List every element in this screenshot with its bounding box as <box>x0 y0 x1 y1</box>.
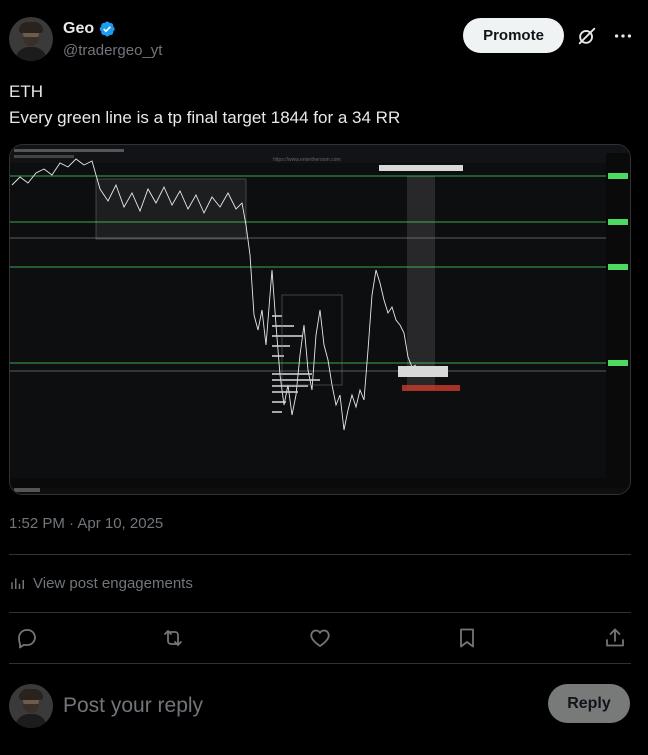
chart-image-svg: https://www.entertheroom.com <box>10 145 630 494</box>
divider <box>9 663 631 664</box>
author-name-row[interactable]: Geo <box>63 20 116 38</box>
tweet-action-bar <box>9 622 631 654</box>
reply-button[interactable]: Reply <box>548 684 630 723</box>
divider <box>9 612 631 613</box>
like-icon[interactable] <box>308 626 332 650</box>
tweet-body: ETH Every green line is a tp final targe… <box>9 79 629 131</box>
promote-button[interactable]: Promote <box>463 18 564 53</box>
tweet-media-chart-image[interactable]: https://www.entertheroom.com <box>9 144 631 495</box>
bookmark-icon[interactable] <box>455 626 479 650</box>
current-user-avatar[interactable] <box>9 684 53 728</box>
author-display-name[interactable]: Geo <box>63 20 94 38</box>
chart-watermark: https://www.entertheroom.com <box>273 157 341 163</box>
tweet-timestamp[interactable]: 1:52 PM · Apr 10, 2025 <box>9 515 163 532</box>
analytics-icon <box>11 578 24 589</box>
reply-input[interactable] <box>63 691 523 721</box>
share-icon[interactable] <box>603 626 627 650</box>
verified-badge-icon <box>99 21 115 37</box>
grok-icon[interactable] <box>576 25 598 47</box>
more-horizontal-icon[interactable] <box>612 25 634 47</box>
author-handle[interactable]: @tradergeo_yt <box>63 42 162 59</box>
tweet-text-line-1: ETH <box>9 82 43 101</box>
divider <box>9 554 631 555</box>
view-engagements-link[interactable]: View post engagements <box>9 570 193 596</box>
repost-icon[interactable] <box>161 626 185 650</box>
author-avatar[interactable] <box>9 17 53 61</box>
tweet-text-line-2: Every green line is a tp final target 18… <box>9 108 401 127</box>
tweet-header: Geo @tradergeo_yt Promote <box>9 17 639 63</box>
reply-icon[interactable] <box>15 626 39 650</box>
view-engagements-label[interactable]: View post engagements <box>33 575 193 592</box>
reply-composer: Reply <box>9 683 631 729</box>
